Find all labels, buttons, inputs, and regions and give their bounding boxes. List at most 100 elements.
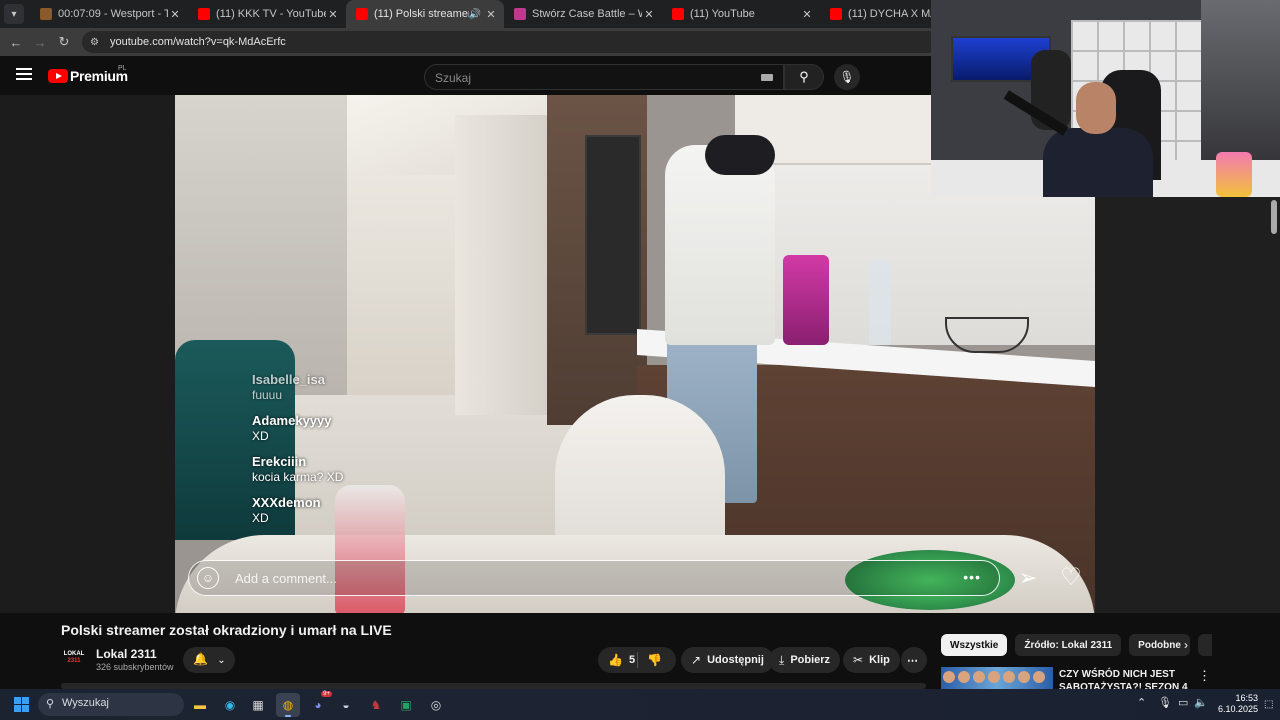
taskbar-search-placeholder: Wyszukaj — [62, 697, 109, 709]
chat-username[interactable]: Adamekyyyy — [252, 413, 512, 429]
search-button[interactable]: ⚲ — [784, 64, 824, 90]
system-clock[interactable]: 16:53 6.10.2025 — [1212, 693, 1258, 715]
tab-title: (11) KKK TV - YouTube — [216, 8, 326, 20]
network-icon[interactable]: ▭ — [1178, 696, 1188, 709]
share-button[interactable]: ↗ Udostępnij — [681, 647, 774, 673]
browser-tab-1[interactable]: (11) KKK TV - YouTube ✕ — [188, 0, 346, 28]
more-horizontal-icon: ⋯ — [907, 654, 918, 667]
address-bar[interactable]: ⚙ youtube.com/watch?v=qk-MdAcErfc — [82, 31, 942, 53]
heart-icon[interactable]: ♡ — [1056, 563, 1086, 593]
search-placeholder: Szukaj — [435, 71, 472, 85]
video-title: Polski streamer został okradziony i umar… — [61, 622, 392, 638]
microphone-icon[interactable]: 🎙 — [1158, 696, 1172, 709]
clip-button[interactable]: ✂ Klip — [843, 647, 900, 673]
chip-source-channel[interactable]: Źródło: Lokal 2311 — [1015, 634, 1122, 656]
tab-close-icon[interactable]: ✕ — [168, 8, 182, 21]
youtube-favicon — [356, 8, 368, 20]
tab-title: 00:07:09 - Westport - The West — [58, 8, 168, 20]
audio-playing-icon[interactable]: 🔊 — [469, 9, 481, 20]
chat-username[interactable]: XXXdemon — [252, 495, 512, 511]
chat-message: XXXdemon XD — [252, 495, 512, 526]
browser-tab-2[interactable]: (11) Polski streamer został 🔊 ✕ — [346, 0, 504, 28]
tab-close-icon[interactable]: ✕ — [326, 8, 340, 21]
dislike-button[interactable]: 👎 — [637, 653, 662, 667]
file-explorer-icon[interactable]: ▬ — [188, 693, 212, 717]
webcam-overlay — [931, 0, 1280, 197]
channel-logo-bottom: 2311 — [67, 658, 81, 664]
like-button[interactable]: 👍 5 — [598, 653, 637, 667]
chip-overflow[interactable] — [1197, 634, 1212, 656]
chat-username[interactable]: Erekciiin — [252, 454, 512, 470]
page-scrollbar[interactable] — [1270, 197, 1278, 687]
keyboard-icon[interactable] — [761, 74, 773, 81]
scrollbar-thumb[interactable] — [1271, 200, 1277, 234]
comment-input[interactable]: ☺ Add a comment... ••• — [188, 560, 1000, 596]
youtube-logo-icon[interactable] — [48, 69, 68, 83]
game-app-icon[interactable]: ♞ — [364, 693, 388, 717]
chat-message: Adamekyyyy XD — [252, 413, 512, 444]
site-info-icon[interactable]: ⚙ — [90, 37, 104, 48]
store-icon[interactable]: ▦ — [246, 693, 270, 717]
steam-icon[interactable]: ◒ — [334, 693, 358, 717]
chevron-right-icon[interactable]: › — [1184, 638, 1188, 652]
excel-icon[interactable]: ▣ — [394, 693, 418, 717]
webcam-streamer-head — [1076, 82, 1116, 134]
reload-icon[interactable]: ↻ — [52, 34, 76, 50]
edge-icon[interactable]: ◉ — [218, 693, 242, 717]
scene-person-head — [705, 135, 775, 175]
more-options-icon[interactable]: ••• — [963, 569, 981, 585]
download-label: Pobierz — [790, 654, 831, 666]
back-arrow-icon[interactable]: ← — [4, 35, 28, 50]
url-text: youtube.com/watch?v=qk-MdAcErfc — [110, 36, 286, 48]
notifications-button[interactable]: 🔔 ⌄ — [183, 647, 235, 673]
youtube-favicon — [198, 8, 210, 20]
browser-tab-3[interactable]: Stwórz Case Battle – Wygraj sk ✕ — [504, 0, 662, 28]
tab-close-icon[interactable]: ✕ — [642, 8, 656, 21]
channel-avatar[interactable]: LOKAL 2311 — [61, 646, 87, 672]
subscriber-count: 326 subskrybentów — [96, 662, 174, 672]
chat-text: XD — [252, 429, 269, 443]
live-chat-overlay: Isabelle_isa fuuuu Adamekyyyy XD Erekcii… — [252, 372, 512, 536]
tab-close-icon[interactable]: ✕ — [800, 8, 814, 21]
windows-start-icon[interactable] — [14, 697, 29, 712]
chat-text: kocia karma? XD — [252, 470, 344, 484]
volume-icon[interactable]: 🔈 — [1194, 696, 1208, 709]
channel-name[interactable]: Lokal 2311 — [96, 647, 157, 661]
chat-username[interactable]: Isabelle_isa — [252, 372, 512, 388]
chip-related[interactable]: Podobne — [1129, 634, 1190, 656]
comment-placeholder: Add a comment... — [235, 571, 337, 586]
share-label: Udostępnij — [707, 654, 764, 666]
more-actions-button[interactable]: ⋯ — [901, 647, 927, 673]
chip-all[interactable]: Wszystkie — [941, 634, 1008, 656]
like-count: 5 — [628, 654, 636, 666]
tab-title: Stwórz Case Battle – Wygraj sk — [532, 8, 642, 20]
search-input[interactable]: Szukaj — [424, 64, 784, 90]
download-button[interactable]: ⤓ Pobierz — [769, 647, 841, 673]
recommendation-thumbnail[interactable] — [941, 667, 1053, 689]
recommendation-filter-chips: Wszystkie Źródło: Lokal 2311 Podobne — [941, 634, 1212, 656]
scene-bottle — [869, 260, 891, 345]
youtube-favicon — [830, 8, 842, 20]
scene-fruit-basket — [945, 317, 1029, 353]
download-icon: ⤓ — [779, 652, 785, 667]
chevron-up-icon[interactable]: ⌃ — [1137, 696, 1146, 709]
browser-tab-0[interactable]: 00:07:09 - Westport - The West ✕ — [30, 0, 188, 28]
taskbar-search[interactable]: ⚲ Wyszukaj — [38, 693, 184, 716]
more-vertical-icon[interactable]: ⋮ — [1198, 668, 1211, 684]
chrome-icon[interactable]: ◍ — [276, 693, 300, 717]
region-code: PL — [118, 65, 127, 72]
forward-arrow-icon[interactable]: → — [28, 35, 52, 50]
search-icon: ⚲ — [799, 69, 809, 84]
voice-search-button[interactable]: 🎙 — [834, 64, 860, 90]
clock-time: 16:53 — [1235, 693, 1258, 703]
send-icon[interactable]: ➢ — [1014, 564, 1042, 592]
menu-icon[interactable] — [16, 68, 32, 80]
emoji-icon[interactable]: ☺ — [197, 567, 219, 589]
notification-icon[interactable]: ⬚ — [1264, 699, 1273, 710]
webcam-cup — [1216, 152, 1252, 197]
obs-icon[interactable]: ◎ — [424, 693, 448, 717]
discord-icon[interactable]: ◕ 9+ — [306, 691, 332, 717]
tab-close-icon[interactable]: ✕ — [484, 8, 498, 21]
tab-search-button[interactable]: ▾ — [4, 4, 24, 24]
browser-tab-4[interactable]: (11) YouTube ✕ — [662, 0, 820, 28]
